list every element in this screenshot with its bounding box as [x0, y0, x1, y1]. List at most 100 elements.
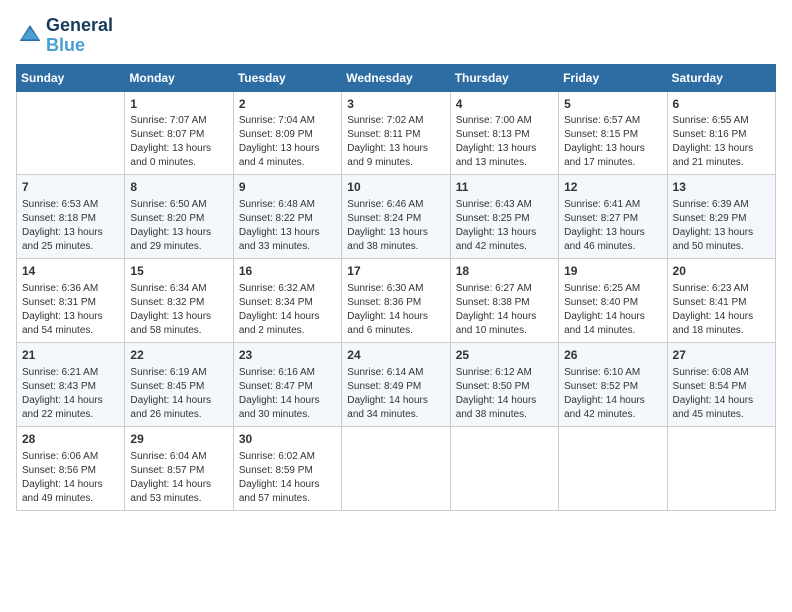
calendar-cell: 24 Sunrise: 6:14 AMSunset: 8:49 PMDayligh…: [342, 342, 450, 426]
day-number: 4: [456, 96, 553, 113]
calendar-cell: 11 Sunrise: 6:43 AMSunset: 8:25 PMDayligh…: [450, 175, 558, 259]
calendar-week-row: 7 Sunrise: 6:53 AMSunset: 8:18 PMDaylight…: [17, 175, 776, 259]
calendar-table: SundayMondayTuesdayWednesdayThursdayFrid…: [16, 64, 776, 511]
day-info: Sunrise: 6:30 AMSunset: 8:36 PMDaylight:…: [347, 282, 444, 338]
calendar-cell: 23 Sunrise: 6:16 AMSunset: 8:47 PMDayligh…: [233, 342, 341, 426]
day-number: 24: [347, 347, 444, 364]
logo: General Blue: [16, 16, 113, 56]
logo-text: General Blue: [46, 16, 113, 56]
weekday-header: Thursday: [450, 64, 558, 91]
day-number: 12: [564, 179, 661, 196]
day-number: 19: [564, 263, 661, 280]
day-number: 18: [456, 263, 553, 280]
calendar-cell: 27 Sunrise: 6:08 AMSunset: 8:54 PMDayligh…: [667, 342, 775, 426]
day-info: Sunrise: 6:48 AMSunset: 8:22 PMDaylight:…: [239, 198, 336, 254]
calendar-cell: 5Sunrise: 6:57 AMSunset: 8:15 PMDaylight…: [559, 91, 667, 175]
day-number: 23: [239, 347, 336, 364]
day-info: Sunrise: 6:34 AMSunset: 8:32 PMDaylight:…: [130, 282, 227, 338]
calendar-cell: 9 Sunrise: 6:48 AMSunset: 8:22 PMDaylight…: [233, 175, 341, 259]
day-number: 8: [130, 179, 227, 196]
day-number: 27: [673, 347, 770, 364]
day-info: Sunrise: 6:19 AMSunset: 8:45 PMDaylight:…: [130, 366, 227, 422]
weekday-header: Sunday: [17, 64, 125, 91]
day-info: Sunrise: 6:55 AMSunset: 8:16 PMDaylight:…: [673, 114, 770, 170]
day-info: Sunrise: 6:02 AMSunset: 8:59 PMDaylight:…: [239, 450, 336, 506]
day-number: 29: [130, 431, 227, 448]
weekday-header: Tuesday: [233, 64, 341, 91]
day-info: Sunrise: 6:16 AMSunset: 8:47 PMDaylight:…: [239, 366, 336, 422]
calendar-cell: 2Sunrise: 7:04 AMSunset: 8:09 PMDaylight…: [233, 91, 341, 175]
day-number: 25: [456, 347, 553, 364]
day-number: 11: [456, 179, 553, 196]
calendar-cell: 19 Sunrise: 6:25 AMSunset: 8:40 PMDayligh…: [559, 259, 667, 343]
day-number: 30: [239, 431, 336, 448]
day-number: 13: [673, 179, 770, 196]
day-info: Sunrise: 6:53 AMSunset: 8:18 PMDaylight:…: [22, 198, 119, 254]
day-info: Sunrise: 6:23 AMSunset: 8:41 PMDaylight:…: [673, 282, 770, 338]
weekday-header: Saturday: [667, 64, 775, 91]
calendar-cell: 29 Sunrise: 6:04 AMSunset: 8:57 PMDayligh…: [125, 426, 233, 510]
calendar-cell: 17 Sunrise: 6:30 AMSunset: 8:36 PMDayligh…: [342, 259, 450, 343]
calendar-cell: 6Sunrise: 6:55 AMSunset: 8:16 PMDaylight…: [667, 91, 775, 175]
day-number: 28: [22, 431, 119, 448]
page-header: General Blue: [16, 16, 776, 56]
day-info: Sunrise: 7:02 AMSunset: 8:11 PMDaylight:…: [347, 114, 444, 170]
day-info: Sunrise: 6:41 AMSunset: 8:27 PMDaylight:…: [564, 198, 661, 254]
day-number: 22: [130, 347, 227, 364]
calendar-cell: [559, 426, 667, 510]
calendar-cell: 25 Sunrise: 6:12 AMSunset: 8:50 PMDayligh…: [450, 342, 558, 426]
day-info: Sunrise: 6:21 AMSunset: 8:43 PMDaylight:…: [22, 366, 119, 422]
day-number: 17: [347, 263, 444, 280]
calendar-cell: 22 Sunrise: 6:19 AMSunset: 8:45 PMDayligh…: [125, 342, 233, 426]
day-info: Sunrise: 7:04 AMSunset: 8:09 PMDaylight:…: [239, 114, 336, 170]
day-number: 21: [22, 347, 119, 364]
calendar-cell: 10Sunrise: 6:46 AMSunset: 8:24 PMDayligh…: [342, 175, 450, 259]
day-info: Sunrise: 6:08 AMSunset: 8:54 PMDaylight:…: [673, 366, 770, 422]
calendar-cell: 21 Sunrise: 6:21 AMSunset: 8:43 PMDayligh…: [17, 342, 125, 426]
day-info: Sunrise: 6:57 AMSunset: 8:15 PMDaylight:…: [564, 114, 661, 170]
calendar-cell: 26 Sunrise: 6:10 AMSunset: 8:52 PMDayligh…: [559, 342, 667, 426]
day-number: 2: [239, 96, 336, 113]
day-info: Sunrise: 6:36 AMSunset: 8:31 PMDaylight:…: [22, 282, 119, 338]
weekday-header: Friday: [559, 64, 667, 91]
day-number: 14: [22, 263, 119, 280]
calendar-cell: [17, 91, 125, 175]
calendar-cell: 20 Sunrise: 6:23 AMSunset: 8:41 PMDayligh…: [667, 259, 775, 343]
day-info: Sunrise: 7:07 AMSunset: 8:07 PMDaylight:…: [130, 114, 227, 170]
day-info: Sunrise: 6:12 AMSunset: 8:50 PMDaylight:…: [456, 366, 553, 422]
calendar-week-row: 28 Sunrise: 6:06 AMSunset: 8:56 PMDayligh…: [17, 426, 776, 510]
day-info: Sunrise: 6:14 AMSunset: 8:49 PMDaylight:…: [347, 366, 444, 422]
calendar-cell: 7 Sunrise: 6:53 AMSunset: 8:18 PMDaylight…: [17, 175, 125, 259]
day-info: Sunrise: 6:25 AMSunset: 8:40 PMDaylight:…: [564, 282, 661, 338]
day-number: 20: [673, 263, 770, 280]
day-info: Sunrise: 6:39 AMSunset: 8:29 PMDaylight:…: [673, 198, 770, 254]
day-info: Sunrise: 6:04 AMSunset: 8:57 PMDaylight:…: [130, 450, 227, 506]
day-info: Sunrise: 6:06 AMSunset: 8:56 PMDaylight:…: [22, 450, 119, 506]
calendar-week-row: 21 Sunrise: 6:21 AMSunset: 8:43 PMDayligh…: [17, 342, 776, 426]
day-info: Sunrise: 6:10 AMSunset: 8:52 PMDaylight:…: [564, 366, 661, 422]
day-info: Sunrise: 6:50 AMSunset: 8:20 PMDaylight:…: [130, 198, 227, 254]
day-info: Sunrise: 6:43 AMSunset: 8:25 PMDaylight:…: [456, 198, 553, 254]
day-info: Sunrise: 7:00 AMSunset: 8:13 PMDaylight:…: [456, 114, 553, 170]
day-number: 9: [239, 179, 336, 196]
day-info: Sunrise: 6:46 AMSunset: 8:24 PMDaylight:…: [347, 198, 444, 254]
day-number: 26: [564, 347, 661, 364]
calendar-cell: [667, 426, 775, 510]
day-number: 3: [347, 96, 444, 113]
day-number: 15: [130, 263, 227, 280]
logo-icon: [18, 23, 42, 43]
day-number: 7: [22, 179, 119, 196]
weekday-header: Wednesday: [342, 64, 450, 91]
day-number: 5: [564, 96, 661, 113]
day-info: Sunrise: 6:32 AMSunset: 8:34 PMDaylight:…: [239, 282, 336, 338]
calendar-cell: 12 Sunrise: 6:41 AMSunset: 8:27 PMDayligh…: [559, 175, 667, 259]
calendar-cell: 1Sunrise: 7:07 AMSunset: 8:07 PMDaylight…: [125, 91, 233, 175]
calendar-cell: [450, 426, 558, 510]
calendar-cell: 13 Sunrise: 6:39 AMSunset: 8:29 PMDayligh…: [667, 175, 775, 259]
day-number: 1: [130, 96, 227, 113]
calendar-cell: 16Sunrise: 6:32 AMSunset: 8:34 PMDayligh…: [233, 259, 341, 343]
weekday-header-row: SundayMondayTuesdayWednesdayThursdayFrid…: [17, 64, 776, 91]
calendar-cell: 15 Sunrise: 6:34 AMSunset: 8:32 PMDayligh…: [125, 259, 233, 343]
calendar-cell: 28 Sunrise: 6:06 AMSunset: 8:56 PMDayligh…: [17, 426, 125, 510]
calendar-cell: 18Sunrise: 6:27 AMSunset: 8:38 PMDayligh…: [450, 259, 558, 343]
